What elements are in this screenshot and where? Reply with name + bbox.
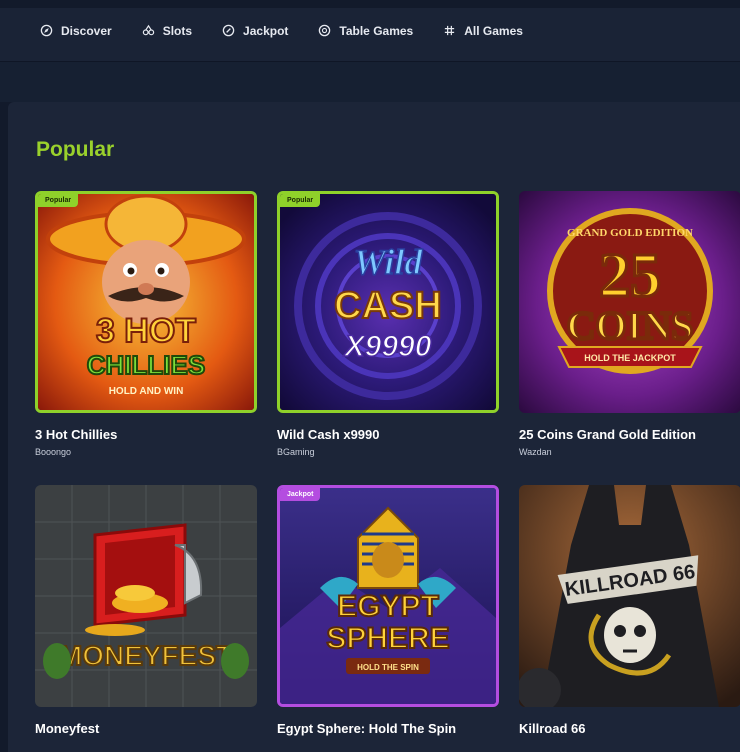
game-card[interactable]: KILLROAD 66 Killroad 66 — [519, 485, 740, 736]
game-art-wild-cash: Wild CASH X9990 — [280, 194, 496, 410]
game-card[interactable]: MONEYFEST Moneyfest — [35, 485, 257, 736]
game-thumbnail[interactable]: GRAND GOLD EDITION 25 COINS HOLD THE JAC… — [519, 191, 740, 413]
chip-icon — [319, 24, 331, 37]
art-text: CASH — [334, 285, 442, 327]
art-text: X9990 — [343, 330, 432, 363]
nav-label: Jackpot — [243, 23, 289, 38]
art-text: 3 HOT — [96, 312, 196, 350]
art-text: COINS — [567, 303, 694, 348]
art-text: HOLD THE JACKPOT — [584, 353, 676, 363]
jackpot-badge: Jackpot — [280, 488, 321, 501]
game-thumbnail[interactable]: Popular Wild CASH X9990 — [277, 191, 499, 413]
game-provider: Booongo — [35, 447, 72, 457]
art-text: 25 — [599, 242, 661, 310]
popular-badge: Popular — [280, 194, 321, 207]
top-nav: Discover Slots Jackpot Table Games All G… — [0, 0, 740, 62]
art-text: HOLD AND WIN — [109, 386, 184, 397]
nav-label: Discover — [61, 23, 112, 38]
slots-icon — [142, 24, 154, 36]
nav-band — [0, 62, 740, 102]
game-card[interactable]: GRAND GOLD EDITION 25 COINS HOLD THE JAC… — [519, 191, 740, 457]
game-card[interactable]: Jackpot EGYPT SPHERE HOLD THE SPIN Egypt… — [277, 485, 499, 736]
game-art-killroad-66: KILLROAD 66 — [519, 485, 740, 707]
art-text: HOLD THE SPIN — [357, 663, 419, 672]
game-title[interactable]: Killroad 66 — [519, 721, 740, 736]
game-art-moneyfest: MONEYFEST — [35, 485, 257, 707]
nav-item-table-games[interactable]: Table Games — [318, 24, 413, 38]
section-title: Popular — [36, 138, 115, 161]
art-text: EGYPT — [337, 590, 439, 623]
game-thumbnail[interactable]: Jackpot EGYPT SPHERE HOLD THE SPIN — [277, 485, 499, 707]
nav-item-discover[interactable]: Discover — [40, 24, 112, 38]
art-text: Wild — [354, 242, 424, 282]
game-title[interactable]: Moneyfest — [35, 721, 257, 736]
nav-item-slots[interactable]: Slots — [142, 24, 192, 38]
nav-label: Slots — [162, 23, 193, 38]
art-text: GRAND GOLD EDITION — [567, 227, 693, 239]
nav-label: All Games — [464, 23, 523, 38]
game-art-25-coins: GRAND GOLD EDITION 25 COINS HOLD THE JAC… — [519, 191, 740, 413]
game-card[interactable]: Popular Wild CASH X9990 Wild Cash x9990 … — [277, 191, 499, 457]
nav-item-all-games[interactable]: All Games — [443, 24, 523, 38]
compass-icon — [40, 24, 53, 37]
game-thumbnail[interactable]: MONEYFEST — [35, 485, 257, 707]
game-card[interactable]: Popular 3 HOT CHILLIES HOLD AND WIN 3 Ho… — [35, 191, 257, 457]
game-thumbnail[interactable]: Popular 3 HOT CHILLIES HOLD AND WIN — [35, 191, 257, 413]
nav-label: Table Games — [339, 23, 414, 38]
art-text: SPHERE — [326, 622, 449, 655]
jackpot-icon — [222, 24, 235, 37]
art-text: CHILLIES — [87, 350, 205, 380]
game-title[interactable]: Egypt Sphere: Hold The Spin — [277, 721, 499, 736]
art-text: MONEYFEST — [59, 640, 233, 671]
game-title[interactable]: Wild Cash x9990 — [277, 427, 499, 442]
game-art-3-hot-chillies: 3 HOT CHILLIES HOLD AND WIN — [38, 194, 254, 410]
game-art-egypt-sphere: EGYPT SPHERE HOLD THE SPIN — [280, 488, 496, 704]
game-title[interactable]: 3 Hot Chillies — [35, 427, 257, 442]
nav-item-jackpot[interactable]: Jackpot — [222, 24, 288, 38]
popular-badge: Popular — [38, 194, 79, 207]
game-thumbnail[interactable]: KILLROAD 66 — [519, 485, 740, 707]
top-strip — [0, 0, 740, 8]
game-provider: Wazdan — [519, 447, 552, 457]
game-title[interactable]: 25 Coins Grand Gold Edition — [519, 427, 740, 442]
game-provider: BGaming — [277, 447, 315, 457]
grid-icon — [445, 25, 455, 36]
